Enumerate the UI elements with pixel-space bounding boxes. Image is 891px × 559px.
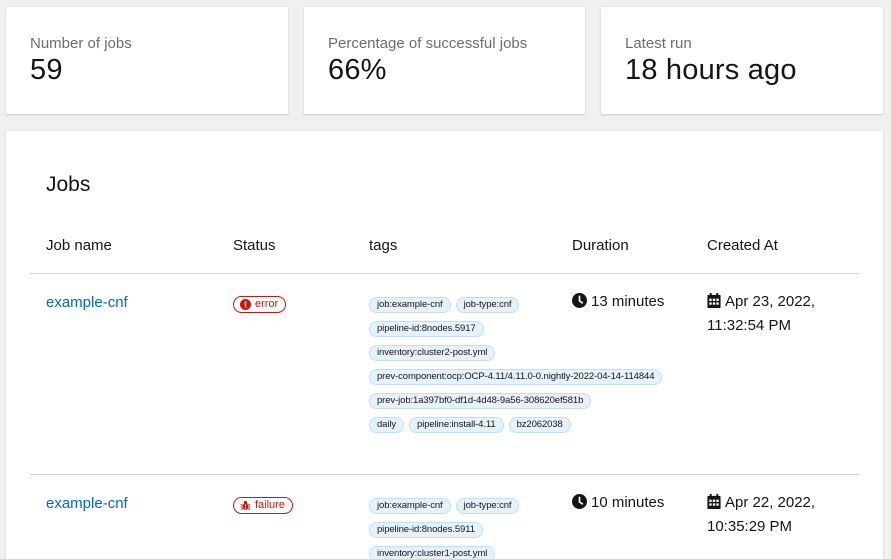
status-cell: failure (233, 474, 369, 559)
tag[interactable]: job:example-cnf (369, 497, 451, 514)
tag[interactable]: job-type:cnf (455, 296, 520, 313)
jobs-title: Jobs (46, 173, 91, 196)
duration-text: 10 minutes (591, 493, 665, 511)
tags-cell: job:example-cnf job-type:cnf pipeline-id… (369, 474, 572, 559)
status-text: failure (255, 499, 285, 511)
stat-value: 66% (328, 54, 387, 86)
tag[interactable]: prev-job:1a397bf0-df1d-4d48-9a56-308620e… (369, 392, 592, 409)
tag[interactable]: inventory:cluster2-post.yml (369, 344, 496, 361)
tag[interactable]: pipeline:install-4.11 (409, 416, 504, 433)
tag[interactable]: pipeline-id:8nodes.5911 (369, 521, 483, 538)
clock-icon (572, 493, 587, 509)
job-name-link[interactable]: example-cnf (46, 294, 128, 311)
jobs-table: Job name Status tags Duration Created At… (30, 223, 859, 559)
stat-label: Number of jobs (30, 35, 132, 52)
job-name-cell: example-cnf (30, 273, 233, 475)
tag[interactable]: prev-component:ocp:OCP-4.11/4.11.0-0.nig… (369, 368, 663, 385)
column-header-tags: tags (369, 223, 572, 274)
stat-card-success-percentage: Percentage of successful jobs 66% (304, 7, 585, 114)
status-text: error (255, 298, 279, 310)
stat-card-number-of-jobs: Number of jobs 59 (6, 7, 288, 114)
tags-cell: job:example-cnf job-type:cnf pipeline-id… (369, 273, 663, 475)
duration-cell: 10 minutes (572, 474, 707, 559)
tag[interactable]: inventory:cluster1-post.yml (369, 545, 496, 559)
status-badge: failure (233, 496, 293, 514)
table-header-row: Job name Status tags Duration Created At (30, 223, 859, 274)
calendar-icon (707, 292, 721, 308)
created-at-cell: Apr 23, 2022, 11:32:54 PM (707, 273, 859, 475)
job-name-link[interactable]: example-cnf (46, 495, 128, 512)
exclamation-circle-icon (240, 298, 251, 310)
status-badge: error (233, 295, 287, 313)
created-at-text: Apr 22, 2022, 10:35:29 PM (707, 493, 816, 535)
tag[interactable]: pipeline-id:8nodes.5917 (369, 320, 484, 337)
calendar-icon (707, 493, 721, 509)
stat-value: 18 hours ago (625, 54, 797, 86)
stat-card-latest-run: Latest run 18 hours ago (601, 7, 883, 114)
tag[interactable]: job:example-cnf (369, 296, 451, 313)
tag[interactable]: daily (369, 416, 405, 433)
column-header-duration: Duration (572, 223, 707, 274)
clock-icon (572, 292, 587, 308)
created-at-cell: Apr 22, 2022, 10:35:29 PM (707, 474, 859, 559)
column-header-status: Status (233, 223, 369, 274)
status-cell: error (233, 273, 369, 475)
tag[interactable]: bz2062038 (508, 416, 571, 433)
table-row: example-cnf failure job:example-cnf job-… (30, 474, 859, 559)
table-row: example-cnf error job:example-cnf job-ty… (30, 273, 859, 475)
jobs-card: Jobs Job name Status tags Duration Creat… (6, 131, 883, 559)
stat-label: Percentage of successful jobs (328, 35, 528, 52)
created-at-text: Apr 23, 2022, 11:32:54 PM (707, 292, 816, 334)
tag[interactable]: job-type:cnf (455, 497, 520, 514)
stat-value: 59 (30, 54, 63, 86)
job-name-cell: example-cnf (30, 474, 233, 559)
column-header-job-name: Job name (30, 223, 233, 274)
stat-label: Latest run (625, 35, 692, 52)
duration-text: 13 minutes (591, 292, 665, 310)
column-header-created-at: Created At (707, 223, 859, 274)
bug-icon (240, 500, 251, 510)
